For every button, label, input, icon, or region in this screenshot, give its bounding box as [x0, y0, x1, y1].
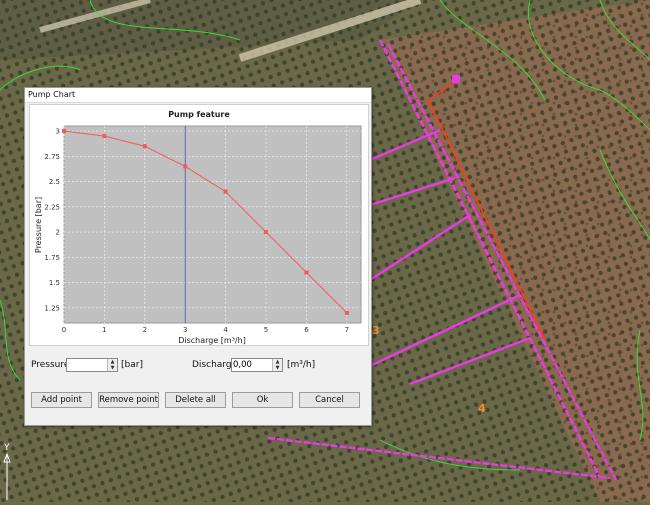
input-row: Pressure ▲▼ [bar] Discharge ▲▼ [m³/h]: [25, 356, 371, 376]
pressure-spinner-arrows[interactable]: ▲ ▼: [107, 359, 117, 371]
pressure-unit: [bar]: [121, 360, 143, 370]
cancel-button[interactable]: Cancel: [299, 392, 360, 408]
x-tick-label: 7: [345, 326, 349, 334]
x-tick-label: 5: [264, 326, 268, 334]
data-point[interactable]: [62, 129, 66, 134]
pressure-spinner[interactable]: ▲▼: [66, 358, 118, 372]
remove-point-button[interactable]: Remove point: [98, 392, 159, 408]
y-tick-label: 2.25: [44, 203, 60, 211]
y-tick-label: 1.5: [49, 279, 60, 287]
ucs-axis-indicator: Y: [0, 440, 20, 502]
pump-chart-dialog: Pump Chart Pump feature 0 1 2 3 4 5 6 7 1.25 1.5…: [24, 87, 372, 426]
add-point-button[interactable]: Add point: [31, 392, 92, 408]
data-point[interactable]: [304, 270, 309, 275]
discharge-input[interactable]: [233, 360, 271, 370]
y-tick-label: 2.75: [44, 153, 60, 161]
data-point[interactable]: [142, 144, 147, 149]
y-axis-label: Pressure [bar]: [34, 197, 43, 253]
data-point[interactable]: [344, 310, 349, 315]
y-tick-label: 1.75: [44, 254, 60, 262]
delete-all-button[interactable]: Delete all: [165, 392, 226, 408]
discharge-spinner-arrows[interactable]: ▲ ▼: [272, 359, 282, 371]
x-tick-label: 2: [143, 326, 147, 334]
data-point[interactable]: [183, 164, 188, 169]
x-tick-label: 4: [223, 326, 228, 334]
x-tick-label: 6: [304, 326, 309, 334]
discharge-spinner[interactable]: ▲▼: [231, 358, 283, 372]
y-tick-label: 2.5: [49, 178, 60, 186]
pressure-label: Pressure: [31, 360, 70, 370]
x-tick-label: 1: [102, 326, 106, 334]
x-axis-label: Discharge [m³/h]: [178, 336, 246, 345]
data-point[interactable]: [264, 230, 269, 235]
y-tick-label: 1.25: [44, 304, 60, 312]
plot-area[interactable]: [63, 125, 362, 324]
x-tick-label: 0: [62, 326, 66, 334]
pressure-input[interactable]: [68, 360, 106, 370]
discharge-unit: [m³/h]: [287, 360, 316, 370]
field-label-4: 4: [478, 402, 486, 415]
data-point[interactable]: [223, 189, 228, 194]
ok-button[interactable]: Ok: [232, 392, 293, 408]
y-tick-label: 2: [56, 229, 60, 237]
x-tick-label: 3: [183, 326, 187, 334]
pump-chart-panel: Pump feature 0 1 2 3 4 5 6 7 1.25 1.5 1.75 2 2.25 2.…: [29, 104, 369, 346]
data-point[interactable]: [102, 134, 107, 139]
field-label-3: 3: [372, 324, 380, 337]
y-tick-label: 3: [56, 128, 60, 136]
chart-title: Pump feature: [168, 110, 230, 119]
dialog-title[interactable]: Pump Chart: [25, 88, 371, 103]
ucs-y-label: Y: [3, 443, 10, 453]
